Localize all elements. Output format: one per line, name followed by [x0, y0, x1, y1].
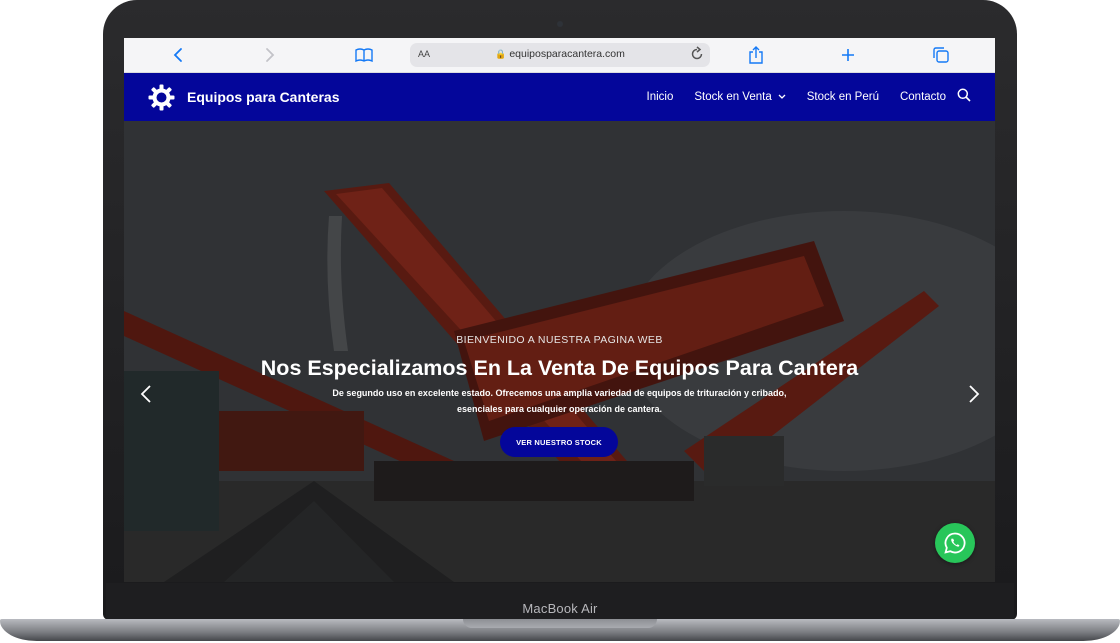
slider-prev-icon[interactable]: [136, 383, 156, 405]
hero-subtext-line: De segundo uso en excelente estado. Ofre…: [332, 388, 787, 398]
hero-slider: BIENVENIDO A NUESTRA PAGINA WEB Nos Espe…: [124, 121, 995, 582]
menu-item-inicio[interactable]: Inicio: [647, 91, 674, 103]
view-stock-button[interactable]: VER NUESTRO STOCK: [500, 427, 618, 457]
browser-toolbar: AA 🔒 equiposparacantera.com: [124, 38, 995, 73]
screen: AA 🔒 equiposparacantera.com Equipos para…: [124, 38, 995, 582]
hero-overlay: [124, 121, 995, 582]
hero-headline: Nos Especializamos En La Venta De Equipo…: [260, 356, 859, 380]
menu-label: Stock en Perú: [806, 91, 879, 103]
menu-item-stock-en-venta[interactable]: Stock en Venta: [694, 91, 786, 103]
camera-icon: [557, 21, 563, 27]
site-header: Equipos para Canteras Inicio Stock en Ve…: [124, 73, 995, 121]
lock-icon: 🔒: [495, 49, 507, 59]
main-menu: Inicio Stock en Venta Stock en Perú Cont…: [647, 73, 996, 121]
menu-label: Inicio: [646, 91, 674, 103]
whatsapp-icon: [944, 532, 966, 554]
share-icon[interactable]: [739, 38, 773, 72]
search-icon[interactable]: [957, 88, 971, 107]
chevron-down-icon: [778, 93, 786, 102]
menu-item-stock-en-peru[interactable]: Stock en Perú: [807, 91, 879, 103]
book-icon[interactable]: [347, 38, 381, 72]
plus-icon[interactable]: [831, 38, 865, 72]
reload-icon[interactable]: [690, 46, 704, 67]
device-label: MacBook Air: [522, 601, 598, 616]
tabs-icon[interactable]: [924, 38, 958, 72]
hero-subtext-line: esenciales para cualquier operación de c…: [456, 404, 663, 414]
menu-item-contacto[interactable]: Contacto: [900, 91, 946, 103]
hero-kicker: BIENVENIDO A NUESTRA PAGINA WEB: [456, 334, 663, 346]
url-text: 🔒 equiposparacantera.com: [410, 48, 710, 60]
menu-label: Contacto: [899, 91, 946, 103]
forward-chevron-icon[interactable]: [253, 38, 287, 72]
hero-subtext: De segundo uso en excelente estado. Ofre…: [299, 385, 820, 417]
back-chevron-icon[interactable]: [161, 38, 195, 72]
menu-label: Stock en Venta: [694, 91, 772, 103]
gear-logo-icon[interactable]: [148, 84, 175, 116]
whatsapp-button[interactable]: [935, 523, 975, 563]
brand-name[interactable]: Equipos para Canteras: [187, 89, 340, 105]
laptop-opening-notch: [463, 619, 657, 628]
url-label: equiposparacantera.com: [509, 48, 625, 60]
slider-next-icon[interactable]: [964, 383, 984, 405]
address-bar[interactable]: AA 🔒 equiposparacantera.com: [410, 43, 710, 67]
